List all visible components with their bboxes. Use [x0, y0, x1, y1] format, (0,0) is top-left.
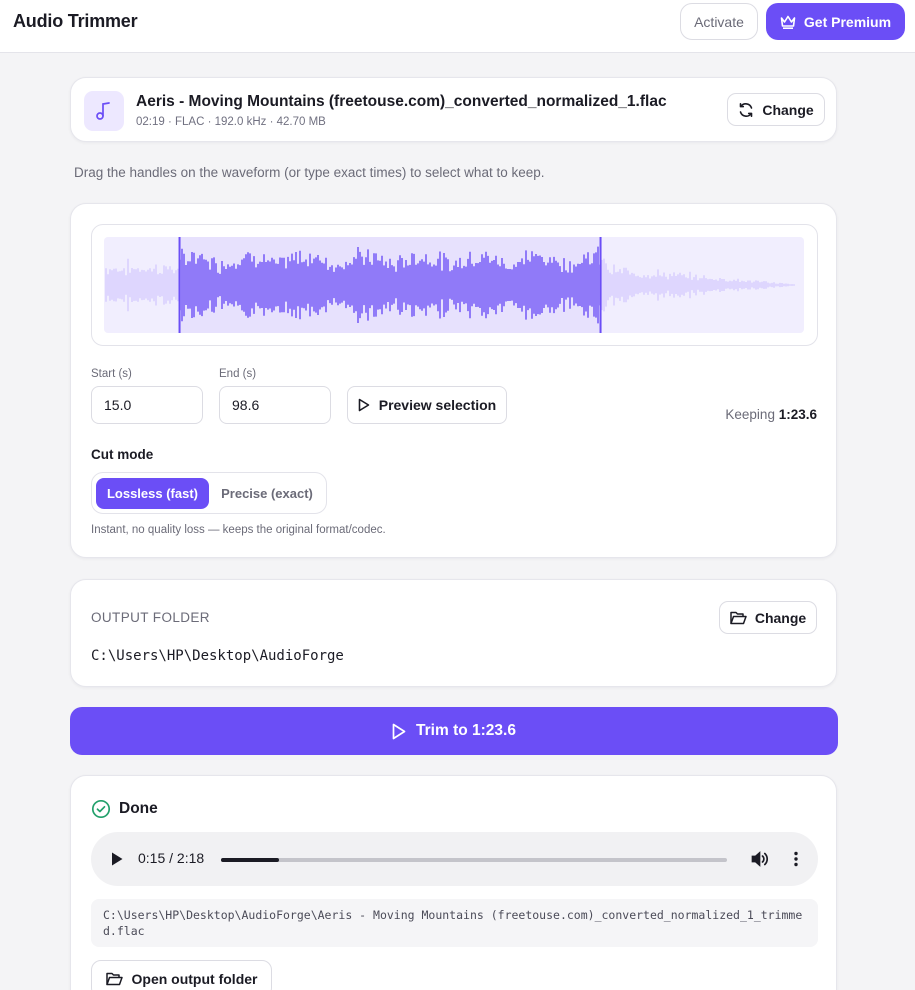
cut-mode-title: Cut mode — [91, 447, 154, 462]
keeping-label: Keeping — [725, 407, 775, 422]
file-card: Aeris - Moving Mountains (freetouse.com)… — [70, 77, 837, 142]
more-options-icon[interactable] — [786, 849, 806, 869]
change-output-label: Change — [754, 609, 807, 626]
folder-open-icon — [105, 972, 123, 986]
trim-button[interactable]: Trim to 1:23.6 — [70, 707, 838, 755]
cut-mode-toggle: Lossless (fast) Precise (exact) — [91, 472, 327, 514]
end-label: End (s) — [219, 368, 257, 380]
trim-button-label: Trim to 1:23.6 — [416, 722, 516, 739]
get-premium-button[interactable]: Get Premium — [766, 3, 905, 40]
volume-icon[interactable] — [750, 849, 770, 869]
activate-button[interactable]: Activate — [680, 3, 758, 40]
music-note-icon — [96, 102, 110, 120]
change-file-label: Change — [762, 101, 814, 118]
music-file-tile — [84, 91, 124, 131]
result-card: Done 0:15 / 2:18 C:\Users\HP\Desktop\Aud… — [70, 775, 837, 990]
trim-editor-card: Start (s) 15.0 End (s) 98.6 Preview sele… — [70, 203, 837, 558]
file-meta: 02:19 · FLAC · 192.0 kHz · 42.70 MB — [136, 116, 326, 128]
end-time-input[interactable]: 98.6 — [219, 386, 331, 424]
seek-progress — [221, 858, 280, 862]
output-folder-path: C:\Users\HP\Desktop\AudioForge — [91, 648, 344, 664]
start-time-input[interactable]: 15.0 — [91, 386, 203, 424]
open-output-folder-button[interactable]: Open output folder — [91, 960, 272, 990]
cut-mode-note: Instant, no quality loss — keeps the ori… — [91, 524, 386, 536]
refresh-icon — [740, 102, 753, 117]
get-premium-label: Get Premium — [803, 13, 892, 30]
start-label: Start (s) — [91, 368, 132, 380]
output-folder-card: OUTPUT FOLDER Change C:\Users\HP\Desktop… — [70, 579, 837, 687]
output-file-path: C:\Users\HP\Desktop\AudioForge\Aeris - M… — [91, 899, 818, 947]
preview-selection-label: Preview selection — [378, 397, 497, 413]
player-time: 0:15 / 2:18 — [138, 850, 205, 866]
play-icon — [392, 723, 406, 739]
waveform[interactable] — [104, 237, 804, 333]
crown-icon — [780, 15, 796, 29]
app-title: Audio Trimmer — [13, 11, 138, 31]
waveform-container[interactable] — [91, 224, 818, 346]
output-folder-label: OUTPUT FOLDER — [91, 610, 210, 625]
start-handle[interactable] — [178, 237, 181, 333]
check-circle-icon — [91, 799, 111, 819]
change-output-folder-button[interactable]: Change — [719, 601, 817, 634]
folder-open-icon — [730, 611, 747, 624]
open-output-folder-label: Open output folder — [131, 971, 258, 987]
seek-bar[interactable] — [221, 858, 727, 862]
file-name: Aeris - Moving Mountains (freetouse.com)… — [136, 93, 667, 110]
audio-player: 0:15 / 2:18 — [91, 832, 818, 886]
preview-selection-button[interactable]: Preview selection — [347, 386, 507, 424]
app-header: Audio Trimmer Activate Get Premium — [0, 0, 915, 53]
result-title: Done — [119, 800, 158, 817]
end-handle[interactable] — [599, 237, 602, 333]
play-icon[interactable] — [110, 851, 124, 867]
keeping-duration: Keeping 1:23.6 — [725, 407, 817, 422]
keeping-value: 1:23.6 — [778, 407, 817, 422]
lossless-option[interactable]: Lossless (fast) — [96, 478, 209, 509]
precise-option[interactable]: Precise (exact) — [212, 478, 322, 509]
instructions-hint: Drag the handles on the waveform (or typ… — [74, 165, 545, 180]
change-file-button[interactable]: Change — [727, 93, 825, 126]
play-icon — [358, 398, 370, 412]
